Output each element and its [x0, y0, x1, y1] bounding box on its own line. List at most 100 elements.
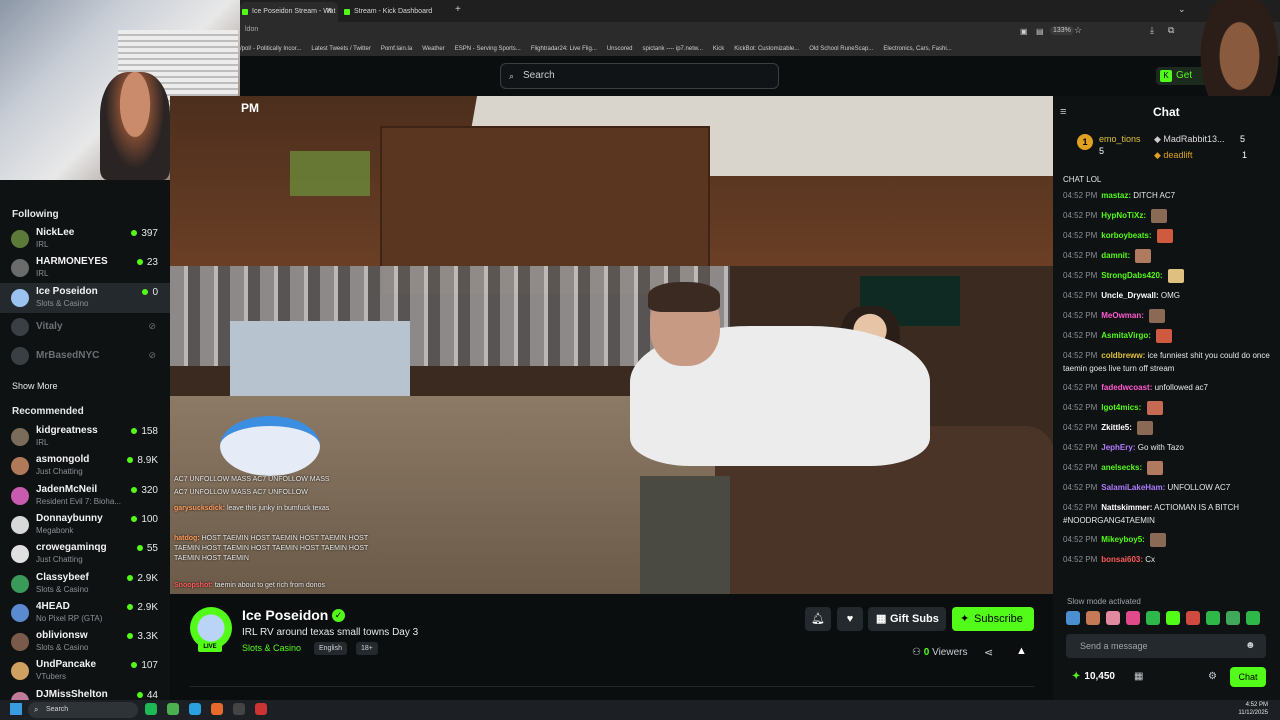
sidebar-channel-item[interactable]: JadenMcNeil Resident Evil 7: Bioha... 320: [0, 481, 170, 511]
bookmark-item[interactable]: KickBot: Customizable...: [734, 46, 799, 52]
send-chat-button[interactable]: Chat: [1230, 667, 1266, 687]
sidebar-channel-item[interactable]: oblivionsw Slots & Casino 3.3K: [0, 627, 170, 657]
notification-bell-icon[interactable]: 🔔︎: [805, 607, 831, 631]
show-more-link[interactable]: Show More: [12, 381, 58, 391]
quick-emote-icon[interactable]: [1166, 611, 1180, 625]
message-username[interactable]: lgot4mics:: [1101, 403, 1141, 412]
x-app-icon[interactable]: [233, 703, 245, 715]
kick-logo-icon: K: [1160, 70, 1172, 82]
screenshot-icon[interactable]: ▣: [1020, 27, 1028, 36]
message-username[interactable]: AsmitaVirgo:: [1101, 331, 1151, 340]
tag-age[interactable]: 18+: [356, 642, 378, 655]
share-icon[interactable]: ⋖: [984, 646, 993, 659]
tab-ice-poseidon[interactable]: Ice Poseidon Stream - Wat: [240, 2, 338, 22]
bookmark-item[interactable]: Pomf.lain.la: [381, 46, 412, 52]
quick-emote-icon[interactable]: [1246, 611, 1260, 625]
message-username[interactable]: SalamiLakeHam:: [1101, 483, 1165, 492]
bookmark-item[interactable]: Latest Tweets / Twitter: [311, 46, 370, 52]
address-bar[interactable]: ldon ▣ ▤ 133% ☆ ⤓ ⧉: [240, 22, 1280, 42]
quick-emote-icon[interactable]: [1126, 611, 1140, 625]
gift-box-icon[interactable]: ▦: [1134, 671, 1143, 682]
message-username[interactable]: fadedwcoast:: [1101, 383, 1152, 392]
search-input[interactable]: ⌕ Search: [500, 63, 779, 89]
sidebar-channel-item[interactable]: HARMONEYES IRL 23: [0, 253, 170, 283]
streamer-name[interactable]: Ice Poseidon: [242, 607, 328, 623]
chat-messages[interactable]: CHAT LOL 04:52 PM mastaz: DITCH AC7 04:52 …: [1063, 173, 1273, 588]
taskbar-clock[interactable]: 4:52 PM 11/12/2025: [1228, 701, 1268, 717]
chevron-down-icon[interactable]: ⌄: [1178, 4, 1186, 15]
message-username[interactable]: StrongDabs420:: [1101, 271, 1162, 280]
bookmark-item[interactable]: ESPN - Serving Sports...: [455, 46, 521, 52]
chat-message-input[interactable]: Send a message: [1066, 634, 1266, 658]
app-icon[interactable]: [255, 703, 267, 715]
sidebar-channel-item[interactable]: Ice Poseidon Slots & Casino 0: [0, 282, 170, 313]
follow-heart-icon[interactable]: ♥: [837, 607, 863, 631]
bookmark-item[interactable]: Electronics, Cars, Fashi...: [883, 46, 951, 52]
tab-kick-dashboard[interactable]: Stream - Kick Dashboard: [342, 2, 442, 22]
sidebar-channel-item[interactable]: kidgreatness IRL 158: [0, 422, 170, 452]
quick-emote-icon[interactable]: [1146, 611, 1160, 625]
bookmark-item[interactable]: Old School RuneScap...: [809, 46, 873, 52]
stream-category[interactable]: Slots & Casino: [242, 643, 301, 653]
emote-row[interactable]: [1066, 611, 1266, 627]
channel-points[interactable]: 10,450: [1072, 671, 1115, 682]
quick-emote-icon[interactable]: [1106, 611, 1120, 625]
gifter-count: 5: [1099, 146, 1105, 156]
sidebar-channel-item[interactable]: 4HEAD No Pixel RP (GTA) 2.9K: [0, 598, 170, 628]
message-username[interactable]: Zkittle5:: [1101, 423, 1132, 432]
tag-language[interactable]: English: [314, 642, 347, 655]
bookmark-item[interactable]: Kick: [713, 46, 724, 52]
bookmark-star-icon[interactable]: ☆: [1074, 25, 1082, 36]
message-username[interactable]: mastaz:: [1101, 191, 1131, 200]
spotify-icon[interactable]: [145, 703, 157, 715]
message-username[interactable]: HypNoTiXz:: [1101, 211, 1146, 220]
quick-emote-icon[interactable]: [1066, 611, 1080, 625]
bookmark-item[interactable]: spictank ---- ip7.netw...: [643, 46, 703, 52]
bookmark-item[interactable]: Unscored: [607, 46, 633, 52]
report-icon[interactable]: ▲: [1016, 645, 1027, 657]
new-tab-icon[interactable]: +: [455, 4, 461, 15]
message-username[interactable]: damnit:: [1101, 251, 1130, 260]
emoji-icon[interactable]: ☻: [1245, 640, 1256, 651]
windows-start-icon[interactable]: [10, 703, 22, 715]
message-username[interactable]: coldbreww:: [1101, 351, 1145, 360]
sidebar-channel-item[interactable]: Vitaly ⊘: [0, 312, 170, 342]
telegram-icon[interactable]: [189, 703, 201, 715]
sidebar-channel-item[interactable]: Donnaybunny Megabonk 100: [0, 510, 170, 540]
sidebar-channel-item[interactable]: Classybeef Slots & Casino 2.9K: [0, 569, 170, 599]
settings-gear-icon[interactable]: ⚙: [1208, 671, 1217, 682]
video-player[interactable]: [170, 96, 1053, 594]
firefox-icon[interactable]: [211, 703, 223, 715]
taskbar-search[interactable]: ⌕ Search: [28, 702, 138, 718]
subscribe-button[interactable]: ✦ Subscribe: [952, 607, 1034, 631]
message-username[interactable]: anelsecks:: [1101, 463, 1142, 472]
extensions-icon[interactable]: ⧉: [1168, 25, 1174, 36]
bookmark-item[interactable]: Flightradar24: Live Flig...: [531, 46, 597, 52]
chrome-icon[interactable]: [167, 703, 179, 715]
quick-emote-icon[interactable]: [1206, 611, 1220, 625]
download-icon[interactable]: ⤓: [1150, 25, 1154, 36]
sidebar-channel-item[interactable]: asmongold Just Chatting 8.9K: [0, 451, 170, 481]
page-icon[interactable]: ▤: [1036, 27, 1044, 36]
message-username[interactable]: korboybeats:: [1101, 231, 1151, 240]
quick-emote-icon[interactable]: [1226, 611, 1240, 625]
quick-emote-icon[interactable]: [1086, 611, 1100, 625]
zoom-level[interactable]: 133%: [1050, 26, 1074, 35]
quick-emote-icon[interactable]: [1186, 611, 1200, 625]
message-username[interactable]: bonsai603:: [1101, 555, 1143, 564]
sidebar-channel-item[interactable]: NickLee IRL 397: [0, 224, 170, 254]
message-username[interactable]: Uncle_Drywall:: [1101, 291, 1158, 300]
gift-subs-button[interactable]: ▦ Gift Subs: [868, 607, 946, 631]
message-username[interactable]: Nattskimmer:: [1101, 503, 1152, 512]
close-tab-icon[interactable]: ✕: [326, 6, 333, 15]
bookmark-item[interactable]: /pol/ - Politically Incor...: [240, 46, 301, 52]
message-username[interactable]: MeOwman:: [1101, 311, 1144, 320]
sidebar-channel-item[interactable]: crowegaminqg Just Chatting 55: [0, 539, 170, 569]
message-username[interactable]: JephEry:: [1101, 443, 1135, 452]
video-time-overlay: PM: [241, 101, 259, 115]
collapse-chat-icon[interactable]: ≡: [1060, 106, 1066, 118]
bookmark-item[interactable]: Weather: [422, 46, 445, 52]
message-username[interactable]: Mikeyboy5:: [1101, 535, 1145, 544]
sidebar-channel-item[interactable]: UndPancake VTubers 107: [0, 656, 170, 686]
sidebar-channel-item[interactable]: MrBasedNYC ⊘: [0, 341, 170, 371]
